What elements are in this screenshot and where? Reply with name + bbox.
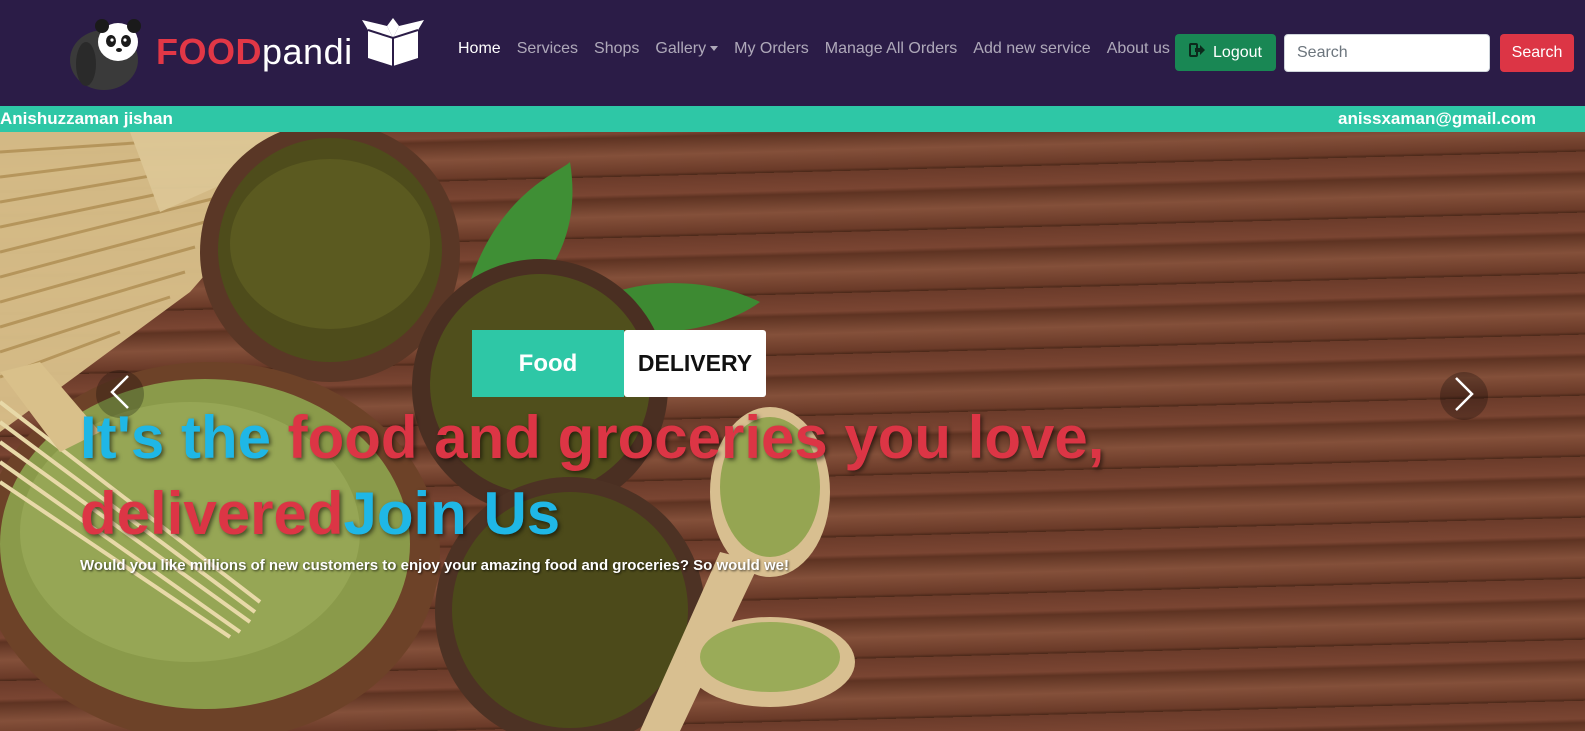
hero-headline: It's the food and groceries you love, de… xyxy=(80,400,1280,552)
brand-name-food: FOOD xyxy=(156,31,262,72)
user-email: anissxaman@gmail.com xyxy=(1338,109,1536,128)
nav-shops[interactable]: Shops xyxy=(594,40,639,58)
headline-join-us: Join Us xyxy=(343,480,561,547)
search-button[interactable]: Search xyxy=(1500,34,1574,72)
navbar: FOODpandi Home Services Shops Gallery My… xyxy=(0,0,1585,106)
nav-my-orders[interactable]: My Orders xyxy=(734,40,809,58)
caret-down-icon xyxy=(710,46,719,52)
tab-delivery[interactable]: DELIVERY xyxy=(624,330,766,397)
nav-gallery-dropdown[interactable]: Gallery xyxy=(655,40,719,58)
logout-label: Logout xyxy=(1213,43,1262,61)
sign-out-icon xyxy=(1189,43,1206,62)
chevron-right-icon xyxy=(1454,376,1474,417)
user-name: Anishuzzaman jishan xyxy=(0,109,173,128)
brand-name: FOODpandi xyxy=(156,31,353,73)
nav-about-us[interactable]: About us xyxy=(1107,40,1170,58)
carousel-next-button[interactable] xyxy=(1440,372,1488,420)
brand-name-pandi: pandi xyxy=(262,31,353,72)
search-input[interactable] xyxy=(1284,34,1490,72)
brand-logo-link[interactable]: FOODpandi xyxy=(66,14,353,90)
open-box-icon xyxy=(360,16,426,68)
headline-part1: It's the xyxy=(80,404,288,471)
panda-icon xyxy=(66,14,150,90)
hero-subtitle: Would you like millions of new customers… xyxy=(80,557,789,574)
nav-gallery-label: Gallery xyxy=(655,40,707,57)
user-info-bar: Anishuzzaman jishan anissxaman@gmail.com xyxy=(0,106,1585,132)
nav-manage-all-orders[interactable]: Manage All Orders xyxy=(825,40,958,58)
nav-links: Home Services Shops Gallery My Orders Ma… xyxy=(458,40,1186,58)
logout-button[interactable]: Logout xyxy=(1175,34,1276,71)
tab-food[interactable]: Food xyxy=(472,330,624,397)
hero-carousel: Food DELIVERY It's the food and grocerie… xyxy=(0,132,1585,731)
nav-services[interactable]: Services xyxy=(517,40,578,58)
nav-home[interactable]: Home xyxy=(458,40,501,58)
nav-add-new-service[interactable]: Add new service xyxy=(973,40,1090,58)
